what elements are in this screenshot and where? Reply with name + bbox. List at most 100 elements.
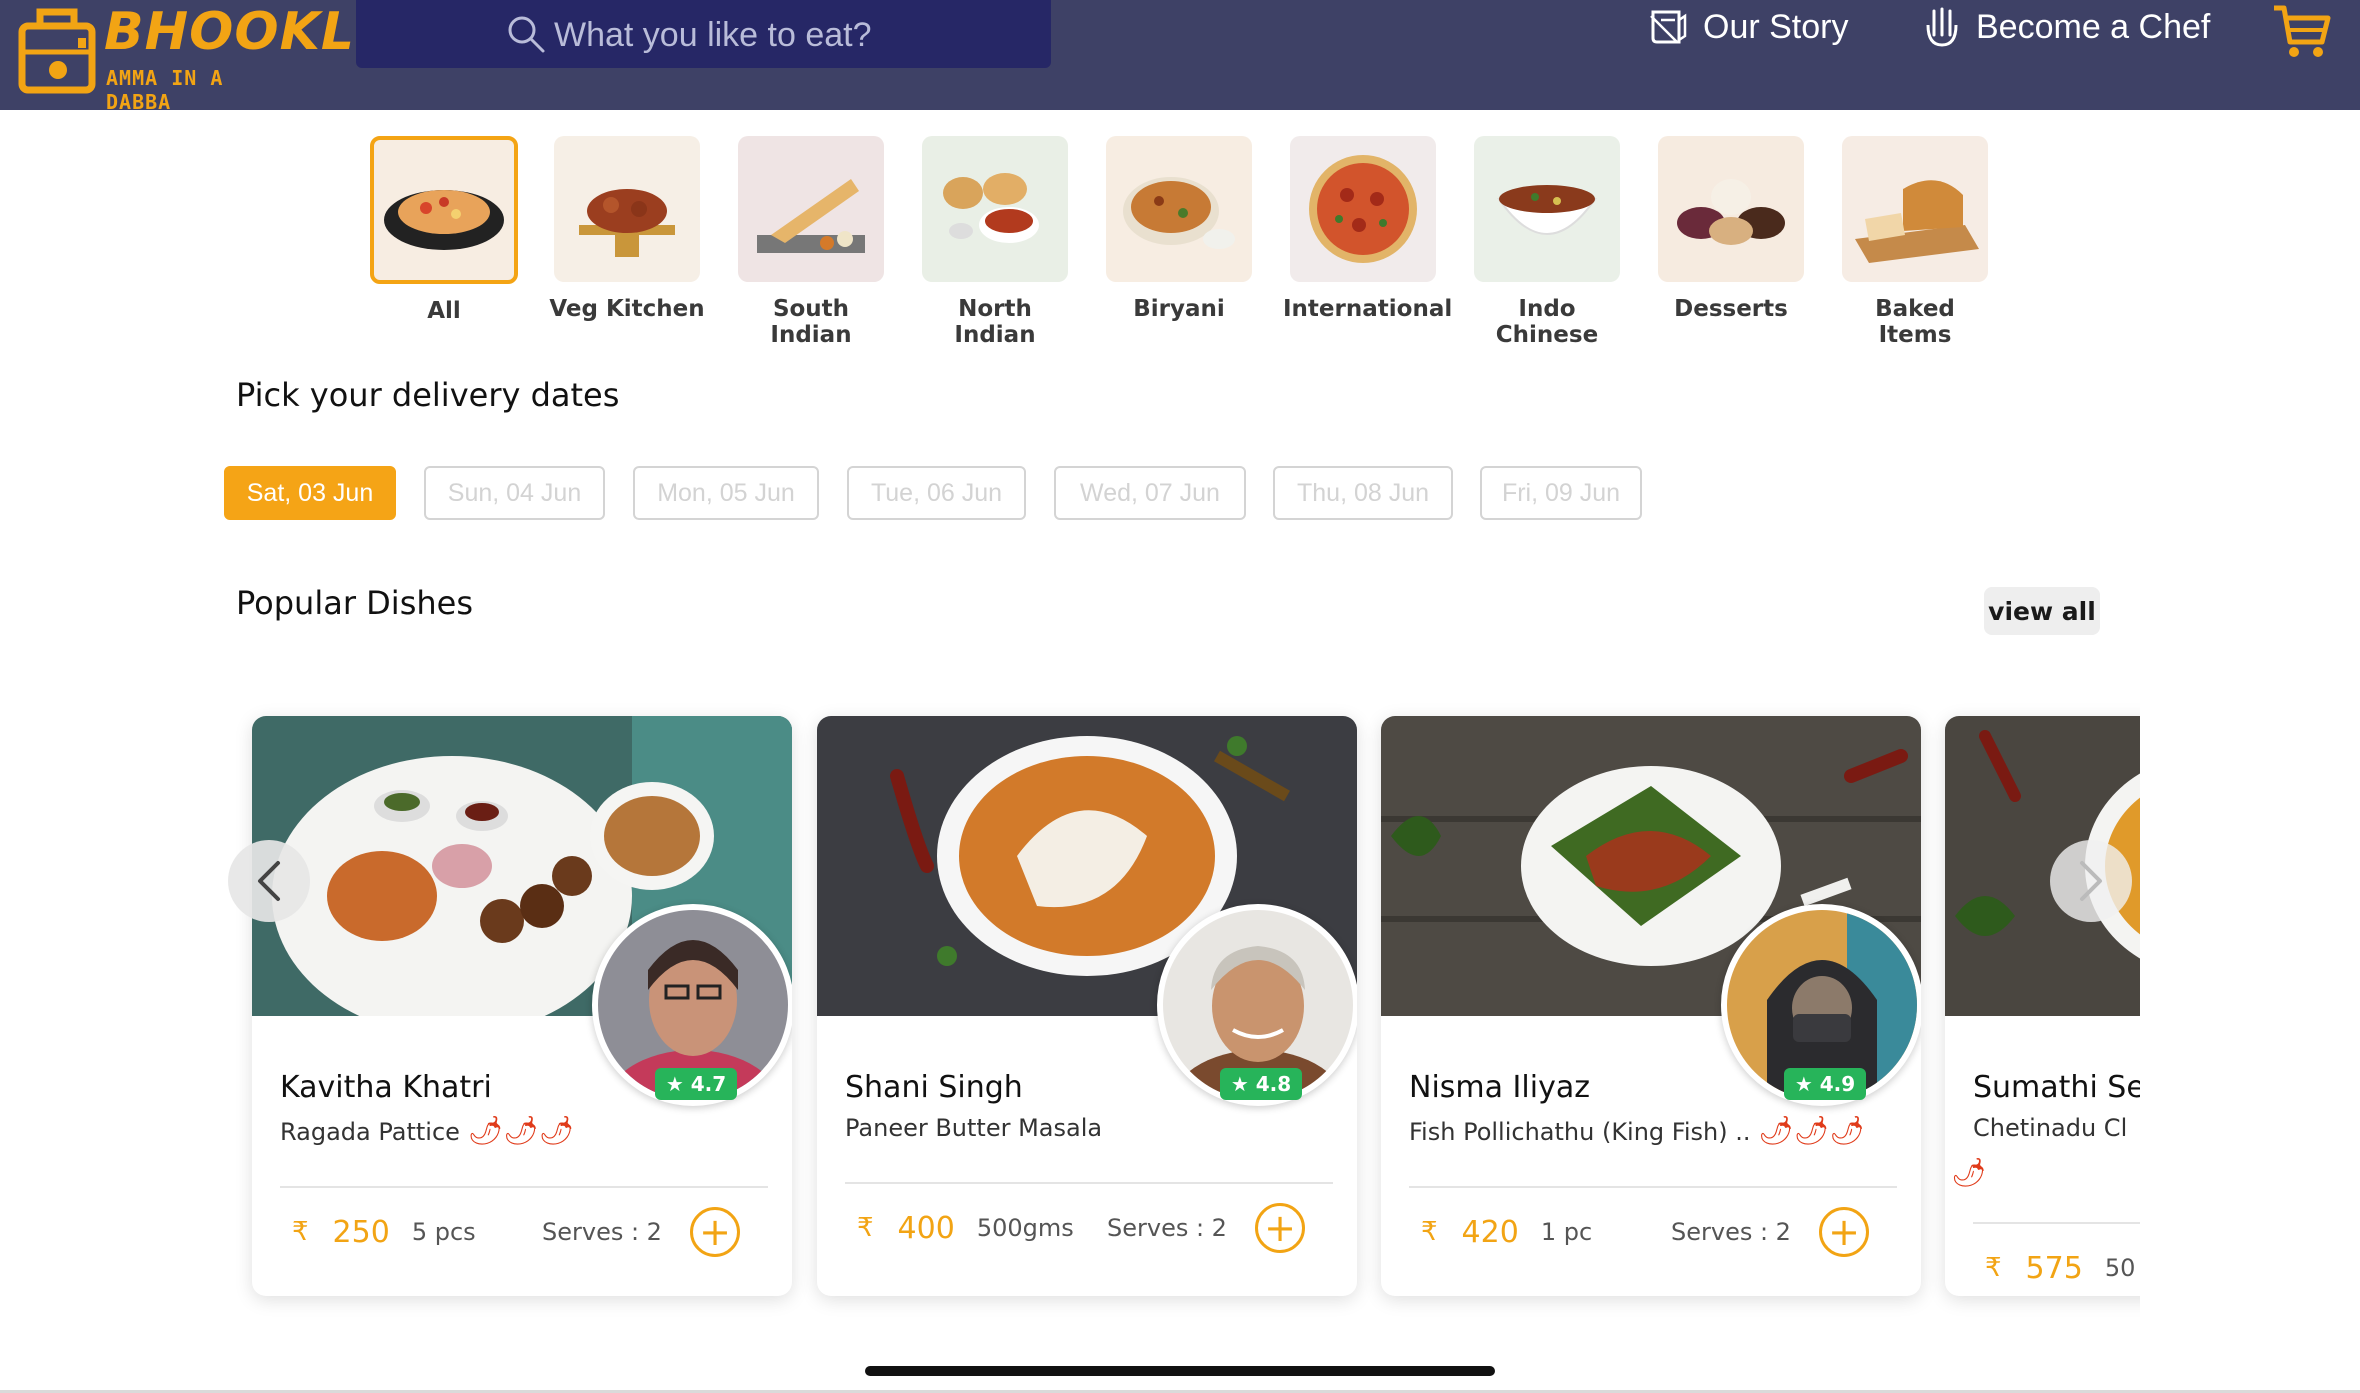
category-all[interactable]: All	[364, 136, 524, 324]
dabba-icon	[18, 8, 96, 94]
rating-badge: ★ 4.8	[1220, 1068, 1302, 1100]
divider	[280, 1186, 768, 1188]
price-row: ₹ 400 500gms Serves : 2 +	[845, 1200, 1333, 1256]
category-desserts[interactable]: Desserts	[1651, 136, 1811, 322]
popular-heading: Popular Dishes	[236, 584, 473, 622]
chevron-right-icon	[2080, 861, 2102, 901]
price-row: ₹ 250 5 pcs Serves : 2 +	[280, 1204, 768, 1260]
dish-name: Paneer Butter Masala	[845, 1114, 1103, 1142]
category-north-indian[interactable]: North Indian	[915, 136, 1075, 348]
rating-badge: ★ 4.7	[655, 1068, 737, 1100]
date-chip-thu[interactable]: Thu, 08 Jun	[1273, 466, 1453, 520]
category-south-indian[interactable]: South Indian	[731, 136, 891, 348]
category-baked-items[interactable]: Baked Items	[1835, 136, 1995, 348]
dish-card[interactable]: Sumathi Se Chetinadu Cl 🌶 ₹ 575 50	[1945, 716, 2140, 1296]
dish-quantity: 50	[2104, 1254, 2136, 1282]
category-biryani[interactable]: Biryani	[1099, 136, 1259, 322]
chevron-left-icon	[258, 861, 280, 901]
dish-serves: Serves : 2	[542, 1218, 662, 1246]
category-international[interactable]: International	[1283, 136, 1453, 322]
category-label: International	[1283, 296, 1453, 322]
dish-quantity: 5 pcs	[411, 1218, 476, 1246]
category-label: South Indian	[770, 296, 852, 348]
chef-name: Nisma Iliyaz	[1409, 1070, 1590, 1105]
chili-icon: 🌶	[1951, 1157, 1987, 1188]
category-image-biryani	[1106, 136, 1252, 282]
dish-name-row: Fish Pollichathu (King Fish) .. 🌶🌶🌶	[1409, 1114, 1865, 1147]
chili-icon: 🌶🌶🌶	[467, 1114, 575, 1147]
dish-card[interactable]: ★ 4.9 Nisma Iliyaz Fish Pollichathu (Kin…	[1381, 716, 1921, 1296]
view-all-button[interactable]: view all	[1984, 587, 2100, 635]
rupee-icon: ₹	[1421, 1217, 1438, 1247]
category-label: Baked Items	[1875, 296, 1955, 348]
rupee-icon: ₹	[292, 1217, 309, 1247]
category-label: Desserts	[1674, 296, 1788, 322]
category-indo-chinese[interactable]: Indo Chinese	[1467, 136, 1627, 348]
date-chip-sun[interactable]: Sun, 04 Jun	[424, 466, 605, 520]
carousel-next-button[interactable]	[2050, 840, 2132, 922]
category-image-international	[1290, 136, 1436, 282]
nav-our-story[interactable]: Our Story	[1647, 2, 1848, 52]
category-image-all	[370, 136, 518, 284]
date-chip-fri[interactable]: Fri, 09 Jun	[1480, 466, 1642, 520]
category-label: Indo Chinese	[1495, 296, 1599, 348]
dish-card[interactable]: ★ 4.7 Kavitha Khatri Ragada Pattice 🌶🌶🌶 …	[252, 716, 792, 1296]
carousel-prev-button[interactable]	[228, 840, 310, 922]
dish-name-row: Ragada Pattice 🌶🌶🌶	[280, 1114, 574, 1147]
rating-badge: ★ 4.9	[1784, 1068, 1866, 1100]
date-chip-mon[interactable]: Mon, 05 Jun	[633, 466, 819, 520]
add-to-cart-button[interactable]: +	[1819, 1207, 1869, 1257]
category-veg-kitchen[interactable]: Veg Kitchen	[547, 136, 707, 322]
nav-label: Our Story	[1703, 7, 1849, 46]
top-header: BHOOKLE AMMA IN A DABBA Our Story Become…	[0, 0, 2360, 114]
price-row: ₹ 420 1 pc Serves : 2 +	[1409, 1204, 1897, 1260]
price-row: ₹ 575 50	[1973, 1240, 2140, 1296]
brand-logo[interactable]: BHOOKLE AMMA IN A DABBA	[18, 2, 391, 114]
category-label: All	[427, 298, 461, 324]
chef-name: Sumathi Se	[1973, 1070, 2140, 1105]
add-to-cart-button[interactable]: +	[690, 1207, 740, 1257]
dish-price: 420	[1461, 1214, 1519, 1250]
dish-price: 400	[897, 1210, 955, 1246]
search-icon	[508, 16, 545, 53]
dish-name-row: Chetinadu Cl	[1973, 1114, 2127, 1142]
category-image-veg	[554, 136, 700, 282]
delivery-heading: Pick your delivery dates	[236, 376, 620, 414]
dish-name-row: Paneer Butter Masala	[845, 1114, 1102, 1142]
category-image-baked	[1842, 136, 1988, 282]
story-icon	[1650, 10, 1687, 44]
rupee-icon: ₹	[1985, 1253, 2002, 1283]
nav-become-chef[interactable]: Become a Chef	[1922, 2, 2210, 52]
dish-serves: Serves : 2	[1671, 1218, 1791, 1246]
cart-button[interactable]	[2270, 0, 2334, 69]
dish-card[interactable]: ★ 4.8 Shani Singh Paneer Butter Masala ₹…	[817, 716, 1357, 1296]
chef-name: Kavitha Khatri	[280, 1070, 492, 1105]
date-chip-wed[interactable]: Wed, 07 Jun	[1054, 466, 1246, 520]
dish-serves: Serves : 2	[1107, 1214, 1227, 1242]
dish-name: Chetinadu Cl	[1973, 1114, 2128, 1142]
search-input[interactable]	[552, 8, 1016, 62]
dish-quantity: 500gms	[976, 1214, 1074, 1242]
dish-name: Ragada Pattice	[280, 1118, 460, 1146]
category-image-desserts	[1658, 136, 1804, 282]
category-image-north	[922, 136, 1068, 282]
chef-name: Shani Singh	[845, 1070, 1023, 1105]
dish-name: Fish Pollichathu (King Fish) ..	[1409, 1118, 1751, 1146]
dish-price: 250	[332, 1214, 390, 1250]
brand-name: BHOOKLE	[104, 2, 392, 62]
category-label: Biryani	[1133, 296, 1225, 322]
search-bar[interactable]	[356, 0, 1051, 68]
chili-icon: 🌶🌶🌶	[1758, 1114, 1865, 1147]
category-label: North Indian	[954, 296, 1036, 348]
add-to-cart-button[interactable]: +	[1255, 1203, 1305, 1253]
category-label: Veg Kitchen	[549, 296, 705, 322]
date-chip-tue[interactable]: Tue, 06 Jun	[847, 466, 1026, 520]
category-image-indo-chinese	[1474, 136, 1620, 282]
cart-icon	[2274, 5, 2331, 57]
home-indicator	[865, 1366, 1495, 1376]
dish-carousel: ★ 4.7 Kavitha Khatri Ragada Pattice 🌶🌶🌶 …	[236, 700, 2140, 1320]
divider	[1973, 1222, 2140, 1224]
date-chip-sat[interactable]: Sat, 03 Jun	[224, 466, 396, 520]
divider	[1409, 1186, 1897, 1188]
brand-tagline: AMMA IN A DABBA	[106, 66, 224, 114]
